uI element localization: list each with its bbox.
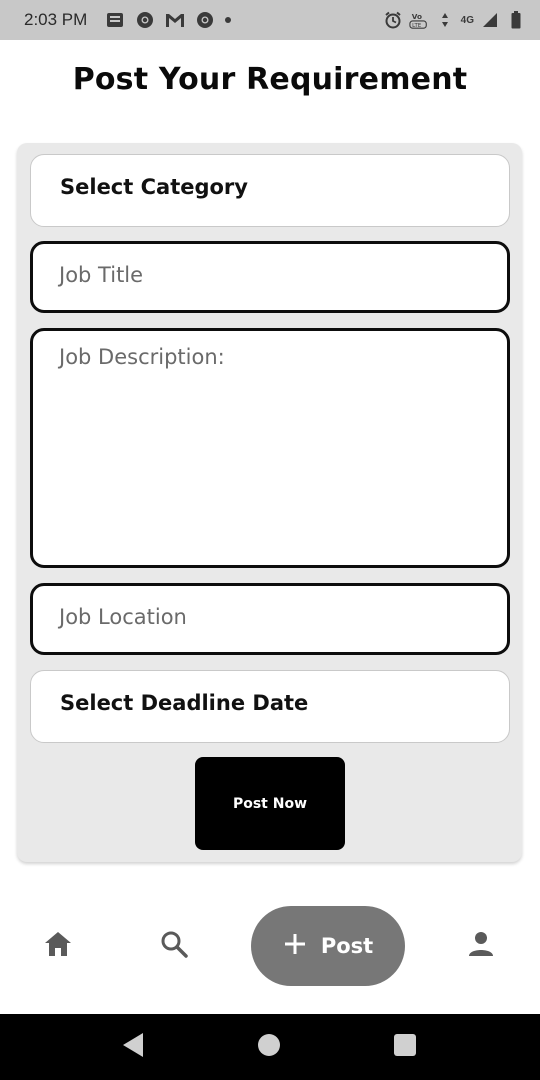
plus-icon xyxy=(283,932,307,960)
requirement-form: Select Category Job Title Job Descriptio… xyxy=(17,143,522,862)
dot-icon xyxy=(225,17,232,23)
back-icon xyxy=(121,1032,145,1062)
post-now-button[interactable]: Post Now xyxy=(195,757,345,850)
system-nav-bar xyxy=(0,1014,540,1080)
system-recents-button[interactable] xyxy=(375,1014,435,1080)
status-time: 2:03 PM xyxy=(24,10,88,29)
system-home-button[interactable] xyxy=(239,1014,299,1080)
alarm-icon xyxy=(383,10,403,30)
nav-home[interactable] xyxy=(38,926,78,966)
category-select[interactable]: Select Category xyxy=(30,154,510,227)
chrome-icon xyxy=(195,10,215,30)
bottom-nav: Post xyxy=(0,895,540,1005)
gmail-icon xyxy=(165,10,185,30)
person-icon xyxy=(467,930,495,962)
nav-post-label: Post xyxy=(320,934,374,958)
job-description-textarea[interactable]: Job Description: xyxy=(30,328,510,568)
svg-text:LTE: LTE xyxy=(412,23,422,29)
volte-icon: Vo LTE xyxy=(409,10,429,30)
page-title: Post Your Requirement xyxy=(72,62,468,97)
system-status-icons: Vo LTE 4G xyxy=(383,10,526,30)
deadline-date-select[interactable]: Select Deadline Date xyxy=(30,670,510,743)
signal-icon xyxy=(480,10,500,30)
nav-post-button[interactable]: Post xyxy=(251,906,405,986)
chrome-icon xyxy=(135,10,155,30)
battery-icon xyxy=(506,10,526,30)
job-location-input[interactable]: Job Location xyxy=(30,583,510,655)
search-icon xyxy=(160,930,188,962)
data-arrows-icon xyxy=(435,10,455,30)
recents-icon xyxy=(393,1033,417,1061)
network-type: 4G xyxy=(460,14,474,26)
svg-text:Vo: Vo xyxy=(411,12,421,21)
nav-profile[interactable] xyxy=(461,926,501,966)
status-bar: 2:03 PM Vo LTE 4G xyxy=(0,0,540,40)
notes-icon xyxy=(105,10,125,30)
job-title-input[interactable]: Job Title xyxy=(30,241,510,313)
nav-search[interactable] xyxy=(154,926,194,966)
notification-icons xyxy=(105,10,232,30)
home-icon xyxy=(43,930,73,962)
home-circle-icon xyxy=(257,1033,281,1061)
system-back-button[interactable] xyxy=(103,1014,163,1080)
